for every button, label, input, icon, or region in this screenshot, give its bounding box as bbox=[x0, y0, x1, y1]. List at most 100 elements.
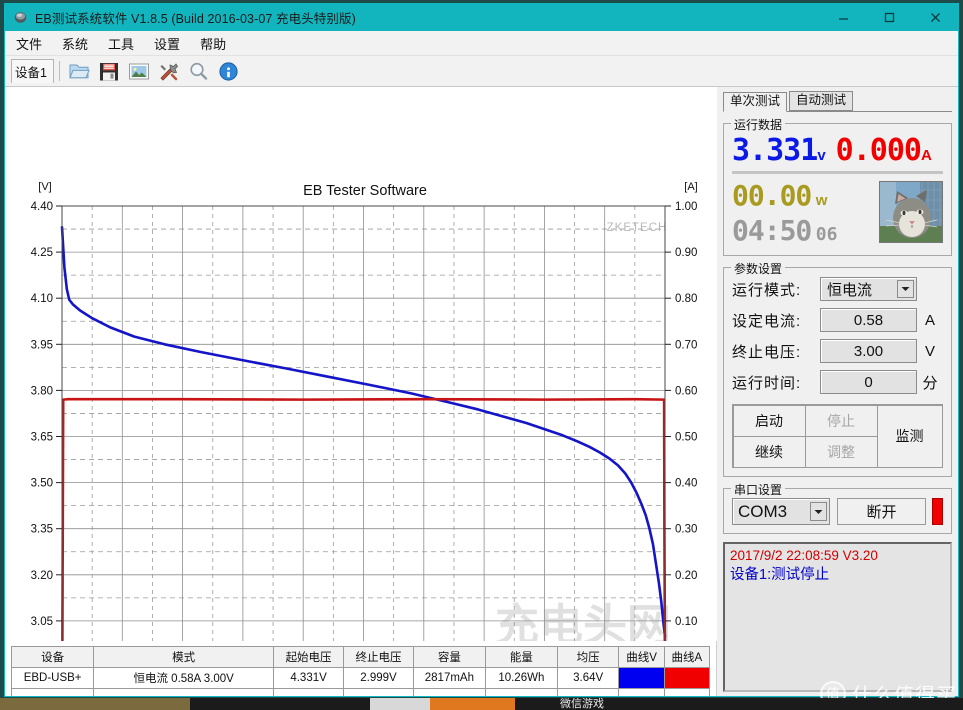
cell-start-voltage: 4.331V bbox=[273, 667, 345, 689]
menu-settings[interactable]: 设置 bbox=[154, 32, 190, 55]
window-title: EB测试系统软件 V1.8.5 (Build 2016-03-07 充电头特别版… bbox=[35, 12, 356, 26]
cell-empty-3 bbox=[273, 688, 345, 696]
chevron-down-icon[interactable] bbox=[810, 502, 827, 521]
param-row-mode: 运行模式: 恒电流 bbox=[732, 277, 943, 301]
resume-button[interactable]: 继续 bbox=[732, 435, 806, 468]
action-buttons: 启动 停止 继续 调整 监测 bbox=[732, 404, 943, 468]
menubar: 文件 系统 工具 设置 帮助 bbox=[5, 31, 958, 56]
svg-text:[V]: [V] bbox=[38, 181, 51, 193]
unit-set-current: A bbox=[924, 311, 935, 329]
device-tab-1[interactable]: 设备1 bbox=[11, 59, 54, 83]
set-current-input[interactable]: 0.58 bbox=[820, 308, 917, 332]
svg-text:[A]: [A] bbox=[684, 181, 697, 193]
param-row-run-time: 运行时间: 0 分 bbox=[732, 370, 943, 394]
cell-curve-a-swatch[interactable] bbox=[663, 667, 711, 689]
connection-status-led bbox=[932, 498, 943, 525]
tab-single-test[interactable]: 单次测试 bbox=[723, 92, 788, 112]
disconnect-button[interactable]: 断开 bbox=[837, 498, 926, 525]
cell-empty-2 bbox=[93, 688, 275, 696]
discharge-curve-chart[interactable]: EB Tester Software[V][A]ZKETECH充电头网www.c… bbox=[5, 87, 717, 641]
svg-text:4.10: 4.10 bbox=[31, 293, 53, 305]
tools-icon bbox=[160, 63, 178, 81]
menu-file[interactable]: 文件 bbox=[16, 32, 52, 55]
maximize-button[interactable] bbox=[866, 4, 912, 31]
label-run-time: 运行时间: bbox=[732, 374, 802, 392]
taskbar-segment-1 bbox=[0, 698, 190, 710]
info-button[interactable] bbox=[215, 58, 243, 84]
col-end-voltage: 终止电压 bbox=[343, 646, 414, 668]
run-time-input[interactable]: 0 bbox=[820, 370, 917, 394]
voltage-current-row: 3.331 v 0.000 A bbox=[732, 133, 943, 168]
open-file-button[interactable] bbox=[65, 58, 93, 84]
cell-empty-7 bbox=[556, 688, 620, 696]
cell-capacity: 2817mAh bbox=[412, 667, 486, 689]
window-titlebar: EB测试系统软件 V1.8.5 (Build 2016-03-07 充电头特别版… bbox=[5, 4, 958, 31]
settings-tools-button[interactable] bbox=[155, 58, 183, 84]
param-row-cutoff-voltage: 终止电压: 3.00 V bbox=[732, 339, 943, 363]
menu-tools[interactable]: 工具 bbox=[108, 32, 144, 55]
adjust-button: 调整 bbox=[804, 435, 878, 468]
toolbar-separator bbox=[58, 61, 60, 81]
svg-text:0.80: 0.80 bbox=[675, 293, 697, 305]
start-button[interactable]: 启动 bbox=[732, 404, 806, 437]
control-panel: 单次测试 自动测试 运行数据 3.331 v 0.000 A 00.00 w 0… bbox=[717, 87, 958, 696]
picture-icon bbox=[128, 63, 149, 79]
svg-text:0.20: 0.20 bbox=[675, 570, 697, 582]
current-readout: 0.000 bbox=[835, 133, 922, 168]
cutoff-voltage-input[interactable]: 3.00 bbox=[820, 339, 917, 363]
svg-text:ZKETECH: ZKETECH bbox=[607, 222, 668, 234]
col-mode: 模式 bbox=[93, 646, 275, 668]
svg-text:3.80: 3.80 bbox=[31, 385, 53, 397]
screen-root: EB测试系统软件 V1.8.5 (Build 2016-03-07 充电头特别版… bbox=[0, 0, 963, 710]
com-port-value: COM3 bbox=[738, 501, 788, 521]
close-button[interactable] bbox=[912, 4, 958, 31]
power-readout: 00.00 bbox=[732, 179, 812, 212]
cell-empty-1 bbox=[10, 688, 95, 696]
zoom-button[interactable] bbox=[185, 58, 213, 84]
status-log[interactable]: 2017/9/2 22:08:59 V3.20 设备1:测试停止 bbox=[723, 542, 952, 692]
svg-text:1.00: 1.00 bbox=[675, 201, 697, 213]
run-mode-select[interactable]: 恒电流 bbox=[820, 277, 917, 301]
cell-curve-v-swatch[interactable] bbox=[618, 667, 665, 689]
cell-empty-5 bbox=[412, 688, 486, 696]
taskbar-label: 微信游戏 bbox=[560, 698, 604, 710]
menu-system[interactable]: 系统 bbox=[62, 32, 98, 55]
svg-text:0.60: 0.60 bbox=[675, 385, 697, 397]
table-row[interactable]: EBD-USB+ 恒电流 0.58A 3.00V 4.331V 2.999V 2… bbox=[10, 667, 711, 689]
taskbar-segment-4 bbox=[430, 698, 515, 710]
run-mode-value: 恒电流 bbox=[827, 281, 873, 299]
svg-text:3.20: 3.20 bbox=[31, 570, 53, 582]
col-capacity: 容量 bbox=[412, 646, 486, 668]
chevron-down-icon[interactable] bbox=[897, 280, 914, 298]
desktop-taskbar-strip[interactable]: 微信游戏 bbox=[0, 698, 963, 710]
minimize-button[interactable] bbox=[820, 4, 866, 31]
power-time-row: 00.00 w 04:50 06 bbox=[732, 179, 943, 247]
cell-empty-9 bbox=[663, 688, 711, 696]
cell-device: EBD-USB+ bbox=[10, 667, 95, 689]
menu-help[interactable]: 帮助 bbox=[200, 32, 236, 55]
tab-auto-test[interactable]: 自动测试 bbox=[789, 91, 854, 111]
screenshot-button[interactable] bbox=[125, 58, 153, 84]
running-data-group: 运行数据 3.331 v 0.000 A 00.00 w 04:50 06 bbox=[723, 116, 952, 256]
com-port-select[interactable]: COM3 bbox=[732, 498, 830, 525]
col-device: 设备 bbox=[10, 646, 95, 668]
table-row-empty[interactable] bbox=[10, 688, 711, 696]
monitor-button[interactable]: 监测 bbox=[876, 404, 943, 468]
serial-port-group: 串口设置 COM3 断开 bbox=[723, 481, 952, 534]
window-controls bbox=[820, 4, 958, 31]
cell-end-voltage: 2.999V bbox=[343, 667, 414, 689]
results-table-area: 设备 模式 起始电压 终止电压 容量 能量 均压 曲线V 曲线A EBD-USB… bbox=[5, 641, 716, 696]
svg-text:0.90: 0.90 bbox=[675, 247, 697, 259]
svg-text:3.05: 3.05 bbox=[31, 616, 53, 628]
save-button[interactable] bbox=[95, 58, 123, 84]
svg-text:0.10: 0.10 bbox=[675, 616, 697, 628]
svg-text:0.40: 0.40 bbox=[675, 478, 697, 490]
unit-run-time: 分 bbox=[922, 374, 938, 392]
svg-text:4.25: 4.25 bbox=[31, 247, 53, 259]
param-row-current: 设定电流: 0.58 A bbox=[732, 308, 943, 332]
col-energy: 能量 bbox=[484, 646, 558, 668]
cell-empty-6 bbox=[484, 688, 558, 696]
chart-and-table-column: EB Tester Software[V][A]ZKETECH充电头网www.c… bbox=[5, 87, 717, 696]
serial-row: COM3 断开 bbox=[732, 498, 943, 525]
elapsed-time-readout: 04:50 bbox=[732, 214, 812, 247]
